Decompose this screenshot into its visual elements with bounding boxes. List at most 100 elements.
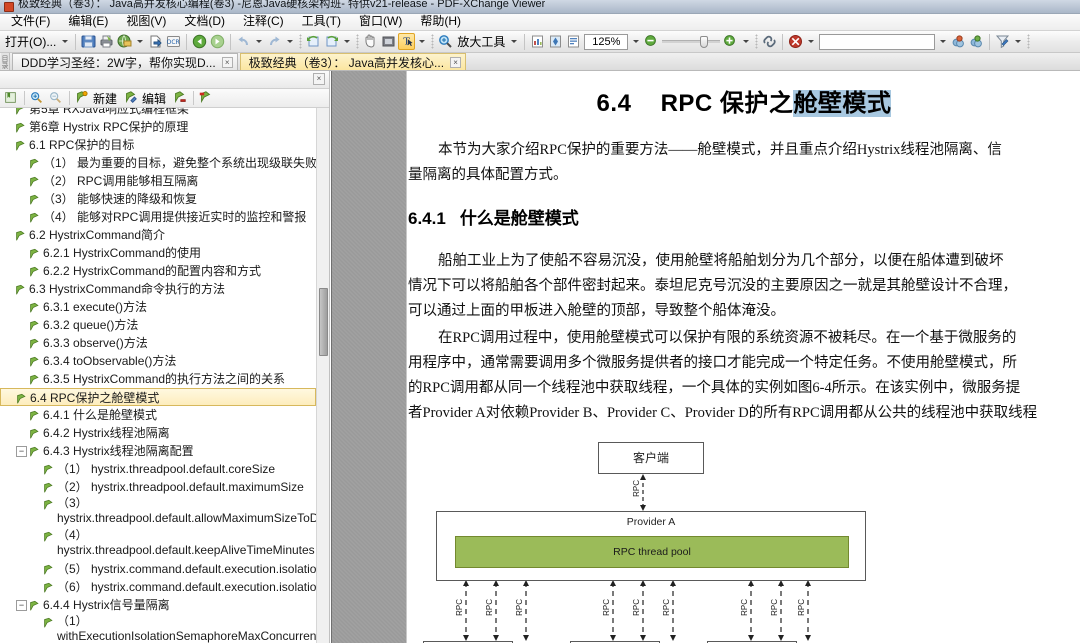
- collapse-toggle-icon[interactable]: −: [16, 600, 27, 611]
- bookmark-item[interactable]: 第5章 RXJava响应式编程框架: [0, 108, 316, 118]
- zoom-in-icon[interactable]: [722, 33, 739, 50]
- bookmark-item[interactable]: （1） withExecutionIsolationSemaphoreMaxCon…: [0, 614, 316, 643]
- tab-ddd-study[interactable]: DDD学习圣经：2W字，帮你实现D... ×: [12, 53, 238, 70]
- search-dropdown-caret[interactable]: [940, 40, 947, 43]
- bookmark-panel-icon[interactable]: [3, 90, 20, 107]
- expand-toggle-icon[interactable]: [2, 140, 13, 151]
- zoom-tool-button[interactable]: 放大工具: [455, 33, 507, 50]
- bookmark-item[interactable]: （1） 最为重要的目标，避免整个系统出现级联失败而雪崩: [0, 154, 316, 172]
- menu-item-window[interactable]: 窗口(W): [350, 14, 411, 30]
- menu-item-view[interactable]: 视图(V): [117, 14, 175, 30]
- menu-item-file[interactable]: 文件(F): [2, 14, 59, 30]
- new-bookmark-button[interactable]: 新建: [93, 90, 117, 107]
- bookmarks-scrollbar[interactable]: [316, 108, 329, 643]
- bookmark-item[interactable]: （4） 能够对RPC调用提供接近实时的监控和警报: [0, 208, 316, 226]
- stamp-minus-icon[interactable]: [950, 33, 967, 50]
- rotate-left-icon[interactable]: [305, 33, 322, 50]
- bookmark-item[interactable]: 6.3.3 observe()方法: [0, 334, 316, 352]
- toolbar-grip[interactable]: [299, 34, 303, 49]
- fit-visible-icon[interactable]: [565, 33, 582, 50]
- hand-tool-icon[interactable]: [362, 33, 379, 50]
- bookmark-item[interactable]: （3） 能够快速的降级和恢复: [0, 190, 316, 208]
- open-button[interactable]: 打开(O)...: [3, 33, 58, 50]
- bookmark-item[interactable]: 6.4.2 Hystrix线程池隔离: [0, 424, 316, 442]
- zoom-slider-track[interactable]: [662, 36, 721, 48]
- tab-java-concurrency[interactable]: 极致经典（卷3）： Java高并发核心... ×: [239, 53, 467, 70]
- rotate-right-icon[interactable]: [323, 33, 340, 50]
- close-icon[interactable]: ×: [313, 73, 325, 85]
- close-icon[interactable]: ×: [221, 56, 233, 68]
- stamp-plus-icon[interactable]: [968, 33, 985, 50]
- bookmark-item[interactable]: 6.3.5 HystrixCommand的执行方法之间的关系: [0, 370, 316, 388]
- undo-dropdown-caret[interactable]: [256, 40, 263, 43]
- menu-item-edit[interactable]: 编辑(E): [59, 14, 117, 30]
- bookmarks-tree[interactable]: 第5章 RXJava响应式编程框架 第6章 Hystrix RPC保护的原理 6.1…: [0, 108, 329, 643]
- bookmark-item[interactable]: 6.3.4 toObservable()方法: [0, 352, 316, 370]
- menu-item-help[interactable]: 帮助(H): [411, 14, 470, 30]
- highlight-dropdown-caret[interactable]: [808, 40, 815, 43]
- save-icon[interactable]: [80, 33, 97, 50]
- fit-page-icon[interactable]: [529, 33, 546, 50]
- close-icon[interactable]: ×: [450, 56, 462, 68]
- menu-item-document[interactable]: 文档(D): [175, 14, 234, 30]
- expand-toggle-icon[interactable]: [2, 284, 13, 295]
- bookmark-item[interactable]: − 6.4.4 Hystrix信号量隔离: [0, 596, 316, 614]
- export-icon[interactable]: [147, 33, 164, 50]
- redo-dropdown-caret[interactable]: [287, 40, 294, 43]
- select-text-icon[interactable]: T: [398, 33, 416, 50]
- bookmark-item[interactable]: 6.4.1 什么是舱壁模式: [0, 406, 316, 424]
- ocr-icon[interactable]: OCR: [165, 33, 182, 50]
- back-arrow-icon[interactable]: [191, 33, 208, 50]
- bookmark-item[interactable]: （3） hystrix.threadpool.default.allowMaxim…: [0, 496, 316, 528]
- zoom-in-bookmark-icon[interactable]: [29, 90, 46, 107]
- bookmark-item[interactable]: （4） hystrix.threadpool.default.keepAliveT…: [0, 528, 316, 560]
- collapse-toggle-icon[interactable]: −: [16, 446, 27, 457]
- highlight-icon[interactable]: [787, 33, 804, 50]
- bookmark-item[interactable]: （2） RPC调用能够相互隔离: [0, 172, 316, 190]
- bookmark-item[interactable]: 6.3.1 execute()方法: [0, 298, 316, 316]
- document-viewport[interactable]: 6.4 RPC 保护之舱壁模式 本节为大家介绍RPC保护的重要方法——舱壁模式，…: [331, 71, 1080, 643]
- bookmark-item[interactable]: （2） hystrix.threadpool.default.maximumSi…: [0, 478, 316, 496]
- toolbar-grip[interactable]: [1027, 34, 1031, 49]
- toolbar-grip[interactable]: [755, 34, 759, 49]
- bookmark-item[interactable]: 第6章 Hystrix RPC保护的原理: [0, 118, 316, 136]
- expand-toggle-icon[interactable]: [3, 393, 14, 404]
- bookmark-item[interactable]: 6.1 RPC保护的目标: [0, 136, 316, 154]
- zoom-level-input[interactable]: 125%: [584, 33, 629, 50]
- goto-bookmark-icon[interactable]: [198, 90, 215, 107]
- forward-arrow-icon[interactable]: [209, 33, 226, 50]
- toolbar-grip[interactable]: [431, 34, 435, 49]
- print-icon[interactable]: [98, 33, 115, 50]
- bookmark-item[interactable]: 6.2.1 HystrixCommand的使用: [0, 244, 316, 262]
- zoom-out-icon[interactable]: [643, 33, 660, 50]
- zoom-slider-thumb[interactable]: [700, 36, 709, 48]
- new-bookmark-icon[interactable]: [74, 90, 91, 107]
- select-dropdown-caret[interactable]: [419, 40, 426, 43]
- edit-bookmark-icon[interactable]: [123, 90, 140, 107]
- expand-toggle-icon[interactable]: [2, 230, 13, 241]
- delete-bookmark-icon[interactable]: [172, 90, 189, 107]
- toolbar-grip[interactable]: [356, 34, 360, 49]
- bookmark-item[interactable]: （1） hystrix.threadpool.default.coreSize: [0, 460, 316, 478]
- undo-icon[interactable]: [235, 33, 252, 50]
- rotate-dropdown-caret[interactable]: [344, 40, 351, 43]
- link-icon[interactable]: [761, 33, 778, 50]
- open-dropdown-caret[interactable]: [62, 40, 69, 43]
- magnifier-icon[interactable]: [437, 33, 454, 50]
- redo-icon[interactable]: [266, 33, 283, 50]
- bookmark-item[interactable]: 6.4 RPC保护之舱壁模式: [0, 388, 316, 406]
- fit-width-icon[interactable]: [547, 33, 564, 50]
- zoom-level-dropdown-caret[interactable]: [633, 40, 640, 43]
- zoom-preset-caret[interactable]: [743, 40, 750, 43]
- edit-bookmark-button[interactable]: 编辑: [142, 90, 166, 107]
- bookmark-item[interactable]: （6） hystrix.command.default.execution.is…: [0, 578, 316, 596]
- zoom-out-bookmark-icon[interactable]: [48, 90, 65, 107]
- bookmark-item[interactable]: − 6.4.3 Hystrix线程池隔离配置: [0, 442, 316, 460]
- pdf-page[interactable]: 6.4 RPC 保护之舱壁模式 本节为大家介绍RPC保护的重要方法——舱壁模式，…: [408, 71, 1080, 643]
- bookmark-item[interactable]: （5） hystrix.command.default.execution.is…: [0, 560, 316, 578]
- search-input[interactable]: [819, 33, 936, 50]
- bookmark-item[interactable]: 6.2 HystrixCommand简介: [0, 226, 316, 244]
- email-attach-icon[interactable]: [116, 33, 133, 50]
- tabbar-grip[interactable]: 目录: [1, 53, 10, 70]
- filter-dropdown-caret[interactable]: [1015, 40, 1022, 43]
